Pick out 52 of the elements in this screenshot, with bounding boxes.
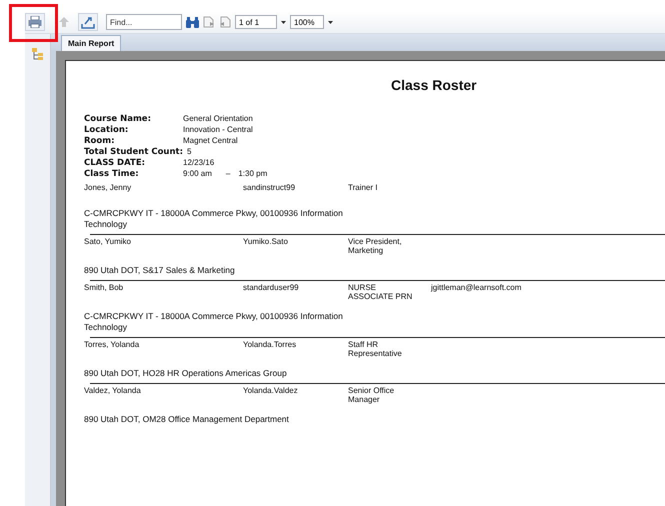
student-name: Torres, Yolanda <box>84 340 140 349</box>
job-title: NURSE ASSOCIATE PRN <box>348 283 414 301</box>
report-title: Class Roster <box>391 77 478 93</box>
printer-icon <box>28 16 42 28</box>
tab[interactable]: Main Report <box>61 35 122 51</box>
caret-icon[interactable] <box>328 20 333 24</box>
up-arrow-icon <box>58 16 70 28</box>
field-label: Class Time: <box>84 168 140 178</box>
separator: – <box>226 169 230 178</box>
field-value: 9:00 am <box>183 169 212 178</box>
student-name: Sato, Yumiko <box>84 237 132 246</box>
previous-page-icon[interactable] <box>219 16 231 28</box>
job-title: Senior Office Manager <box>348 386 396 404</box>
username: Yumiko.Sato <box>243 237 289 246</box>
username: Yolanda.Torres <box>243 340 298 349</box>
username: Yolanda.Valdez <box>243 386 299 395</box>
field-label: Total Student Count: <box>84 146 183 156</box>
binoculars-icon[interactable] <box>186 16 199 28</box>
username: standarduser99 <box>243 283 300 292</box>
field-value: Innovation - Central <box>183 125 253 134</box>
page-select[interactable]: 1 of 1 <box>235 15 277 29</box>
department: C-CMRCPKWY IT - 18000A Commerce Pkwy, 00100936 Information Technology <box>84 311 344 333</box>
print-button[interactable] <box>25 13 45 31</box>
tree-icon[interactable] <box>32 48 44 61</box>
field-label: Room: <box>84 136 116 146</box>
field-value: General Orientation <box>183 114 253 123</box>
field-label: Location: <box>84 124 130 134</box>
email: jgittleman@learnsoft.com <box>431 283 522 292</box>
department: C-CMRCPKWY IT - 18000A Commerce Pkwy, 00100936 Information Technology <box>84 208 344 230</box>
student-name: Jones, Jenny <box>84 183 132 192</box>
export-button[interactable] <box>78 13 98 31</box>
field-value: 1:30 pm <box>238 169 268 178</box>
department: 890 Utah DOT, HO28 HR Operations Americas Group <box>84 368 288 379</box>
student-name: Smith, Bob <box>84 283 124 292</box>
department: 890 Utah DOT, S&17 Sales & Marketing <box>84 265 236 276</box>
job-title: Trainer I <box>348 183 378 192</box>
caret-icon[interactable] <box>281 20 286 24</box>
field-value: 12/23/16 <box>183 158 214 167</box>
zoom-select[interactable]: 100% <box>290 15 324 29</box>
job-title: Vice President, Marketing <box>348 237 403 255</box>
export-icon <box>81 16 95 28</box>
field-value: Magnet Central <box>183 136 238 145</box>
highlight-frame <box>9 4 58 42</box>
username: sandinstruct99 <box>243 183 296 192</box>
job-title: Staff HR Representative <box>348 340 403 358</box>
field-label: Course Name: <box>84 114 152 124</box>
student-name: Valdez, Yolanda <box>84 386 142 395</box>
field-label: CLASS DATE: <box>84 158 146 168</box>
department: 890 Utah DOT, OM28 Office Management Department <box>84 414 290 425</box>
next-page-icon[interactable] <box>203 16 215 28</box>
find-field[interactable]: Find... <box>106 14 182 30</box>
field-value: 5 <box>186 147 192 156</box>
